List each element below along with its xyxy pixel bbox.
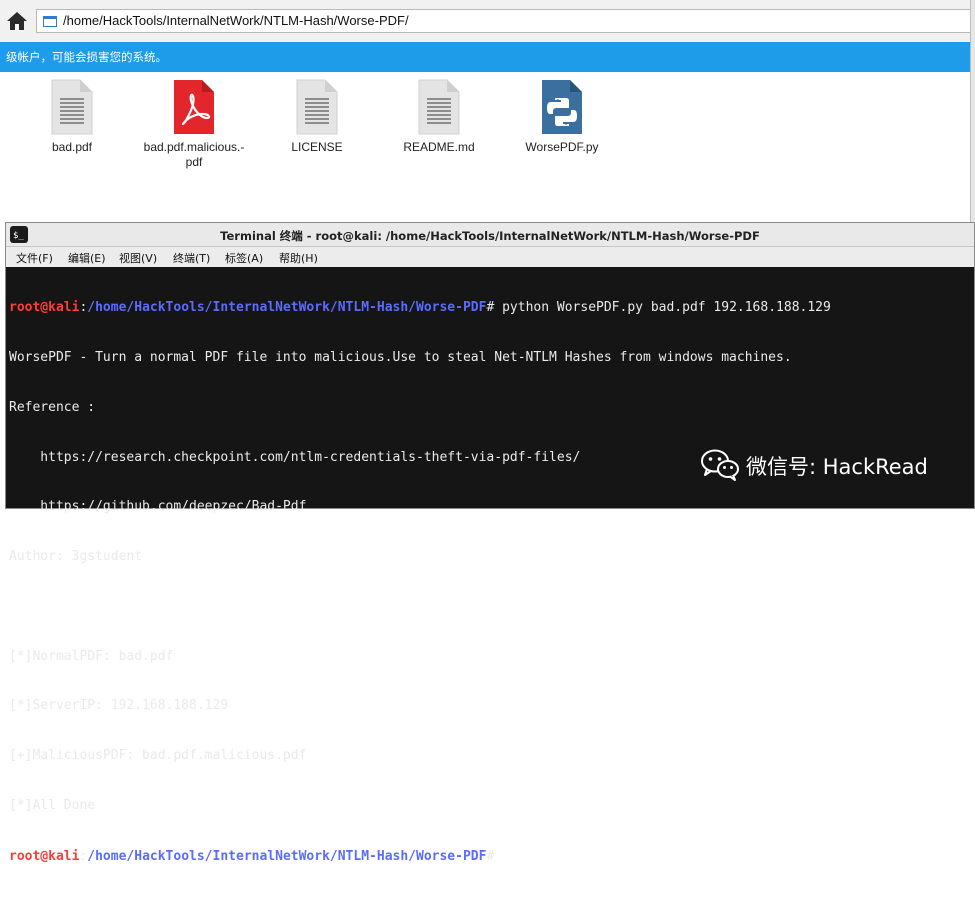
- text-file-icon: [49, 78, 95, 136]
- path-text: /home/HackTools/InternalNetWork/NTLM-Has…: [63, 13, 409, 28]
- menu-view[interactable]: 视图(V): [119, 250, 157, 266]
- warning-bar: 级帐户，可能会损害您的系统。: [0, 42, 975, 72]
- wechat-icon: [701, 449, 739, 481]
- file-item[interactable]: README.md: [379, 78, 499, 155]
- watermark: 微信号: HackRead: [700, 447, 960, 483]
- terminal-title: Terminal 终端 - root@kali: /home/HackTools…: [220, 229, 760, 243]
- warning-text: 级帐户，可能会损害您的系统。: [6, 50, 167, 64]
- terminal-line: [*]ServerIP: 192.168.188.129: [9, 698, 229, 714]
- text-file-icon: [294, 78, 340, 136]
- terminal-line: Author: 3gstudent: [9, 549, 143, 565]
- file-name: bad.pdf.malicious.- pdf: [143, 140, 245, 169]
- file-name: bad.pdf: [51, 140, 93, 154]
- prompt-user: root@kali: [9, 300, 80, 316]
- watermark-text: 微信号: HackRead: [746, 455, 928, 479]
- terminal-line: [*]NormalPDF: bad.pdf: [9, 648, 174, 664]
- folder-icon: [43, 16, 57, 27]
- terminal-line: Reference :: [9, 399, 96, 415]
- python-file-icon: [539, 78, 585, 136]
- home-button[interactable]: [5, 9, 29, 33]
- prompt-end: #: [486, 848, 503, 864]
- file-manager-window: /home/HackTools/InternalNetWork/NTLM-Has…: [0, 0, 975, 225]
- text-cursor: [505, 847, 514, 862]
- terminal-line: root@kali:/home/HackTools/InternalNetWor…: [9, 847, 971, 865]
- file-item[interactable]: bad.pdf.malicious.- pdf: [134, 78, 254, 170]
- menu-file[interactable]: 文件(F): [16, 250, 53, 266]
- file-item[interactable]: bad.pdf: [12, 78, 132, 155]
- path-field[interactable]: /home/HackTools/InternalNetWork/NTLM-Has…: [36, 9, 975, 33]
- menu-edit[interactable]: 编辑(E): [68, 250, 106, 266]
- command-text: # python WorsePDF.py bad.pdf 192.168.188…: [486, 300, 831, 316]
- terminal-line: [+]MaliciousPDF: bad.pdf.malicious.pdf: [9, 748, 307, 764]
- terminal-line: https://github.com/deepzec/Bad-Pdf: [9, 499, 307, 515]
- location-bar: /home/HackTools/InternalNetWork/NTLM-Has…: [0, 0, 975, 43]
- file-name: README.md: [403, 140, 475, 154]
- terminal-line: WorsePDF - Turn a normal PDF file into m…: [9, 349, 792, 365]
- terminal-line: root@kali:/home/HackTools/InternalNetWor…: [9, 300, 831, 316]
- file-name: LICENSE: [291, 140, 343, 154]
- pdf-file-icon: [171, 78, 217, 136]
- file-name: WorsePDF.py: [525, 140, 599, 154]
- terminal-menubar: 文件(F) 编辑(E) 视图(V) 终端(T) 标签(A) 帮助(H): [6, 247, 974, 267]
- prompt-path: /home/HackTools/InternalNetWork/NTLM-Has…: [87, 848, 487, 864]
- prompt-user: root@kali: [9, 848, 80, 864]
- menu-help[interactable]: 帮助(H): [279, 250, 318, 266]
- window-border: [970, 0, 975, 225]
- home-icon: [7, 12, 27, 30]
- terminal-line: [*]All Done: [9, 798, 96, 813]
- text-file-icon: [416, 78, 462, 136]
- prompt-path: /home/HackTools/InternalNetWork/NTLM-Has…: [87, 300, 487, 316]
- file-item[interactable]: LICENSE: [257, 78, 377, 155]
- file-item[interactable]: WorsePDF.py: [502, 78, 622, 155]
- menu-terminal[interactable]: 终端(T): [173, 250, 210, 266]
- terminal-titlebar[interactable]: $_ Terminal 终端 - root@kali: /home/HackTo…: [6, 223, 974, 247]
- menu-tabs[interactable]: 标签(A): [225, 250, 263, 266]
